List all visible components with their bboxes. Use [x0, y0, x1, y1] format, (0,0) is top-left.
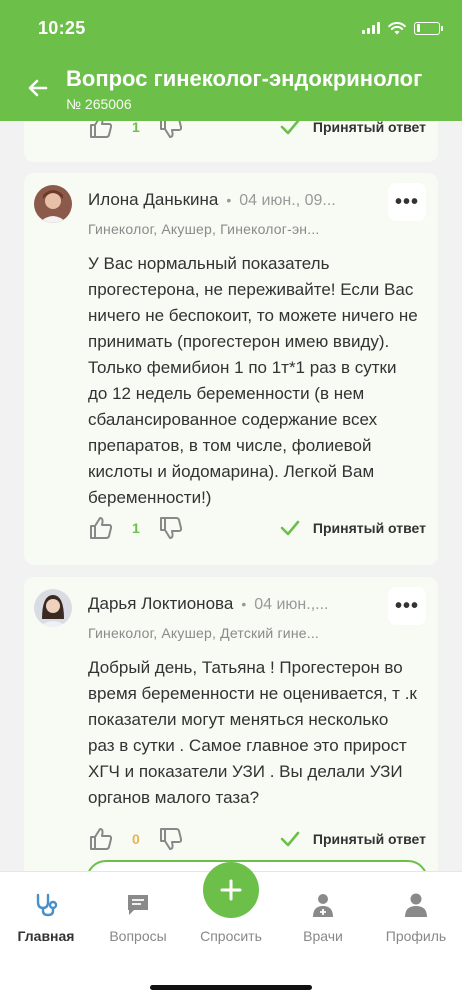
more-options-button[interactable]: •••: [388, 587, 426, 625]
check-icon: [280, 831, 300, 847]
user-icon: [405, 893, 427, 917]
accepted-answer-badge: Принятый ответ: [279, 517, 426, 539]
back-arrow-icon[interactable]: [26, 76, 50, 100]
accepted-label: Принятый ответ: [312, 119, 426, 135]
app-header: 10:25 Вопрос гинеколог-эндокринолог № 26…: [0, 0, 462, 121]
likes-count: 0: [132, 831, 140, 847]
cellular-signal-icon: [362, 22, 380, 34]
status-time: 10:25: [38, 17, 86, 38]
likes-count: 1: [132, 119, 140, 135]
doctor-specialty: Гинеколог, Акушер, Гинеколог-эн...: [88, 221, 320, 237]
tab-doctors-label: Врачи: [303, 928, 343, 944]
doctor-name[interactable]: Дарья Локтионова: [88, 594, 233, 614]
likes-count: 1: [132, 520, 140, 536]
tab-ask-label: Спросить: [200, 928, 262, 944]
thumbs-up-icon[interactable]: [88, 515, 114, 541]
answer-card: Илона Данькина • 04 июн., 09... Гинеколо…: [24, 173, 438, 565]
answer-text: У Вас нормальный показатель прогестерона…: [88, 254, 418, 507]
ask-question-button[interactable]: [203, 862, 259, 918]
doctor-icon: [313, 894, 333, 917]
tab-questions-label: Вопросы: [109, 928, 167, 944]
status-bar: 10:25: [0, 0, 462, 56]
tab-profile-label: Профиль: [385, 928, 447, 944]
tab-questions[interactable]: Вопросы: [92, 892, 184, 944]
plus-icon: [220, 879, 242, 901]
thumbs-up-icon[interactable]: [88, 826, 114, 852]
more-options-button[interactable]: •••: [388, 183, 426, 221]
home-indicator: [150, 985, 312, 990]
tab-profile[interactable]: Профиль: [370, 892, 462, 944]
check-icon: [280, 520, 300, 536]
doctor-avatar[interactable]: [34, 185, 72, 223]
chat-icon: [128, 895, 148, 915]
status-icons: [362, 21, 443, 35]
doctor-specialty: Гинеколог, Акушер, Детский гине...: [88, 625, 320, 641]
doctor-avatar[interactable]: [34, 589, 72, 627]
answer-card: Дарья Локтионова • 04 июн.,... Гинеколог…: [24, 577, 438, 877]
tab-home-label: Главная: [17, 928, 75, 944]
answer-date: 04 июн., 09...: [239, 192, 336, 209]
stethoscope-icon: [36, 893, 58, 917]
tab-home[interactable]: Главная: [0, 892, 92, 944]
accepted-label: Принятый ответ: [312, 831, 426, 847]
accepted-label: Принятый ответ: [312, 520, 426, 536]
wifi-icon: [388, 21, 406, 34]
battery-icon: [414, 21, 443, 35]
page-title: Вопрос гинеколог-эндокринолог: [66, 66, 423, 91]
doctor-name[interactable]: Илона Данькина: [88, 190, 218, 210]
thumbs-down-icon[interactable]: [158, 826, 184, 852]
answer-text: Добрый день, Татьяна ! Прогестерон во вр…: [88, 658, 417, 807]
question-number: № 265006: [66, 96, 132, 112]
thumbs-down-icon[interactable]: [158, 515, 184, 541]
tab-doctors[interactable]: Врачи: [277, 892, 369, 944]
accepted-answer-badge: Принятый ответ: [279, 828, 426, 850]
answer-date: 04 июн.,...: [254, 596, 329, 613]
